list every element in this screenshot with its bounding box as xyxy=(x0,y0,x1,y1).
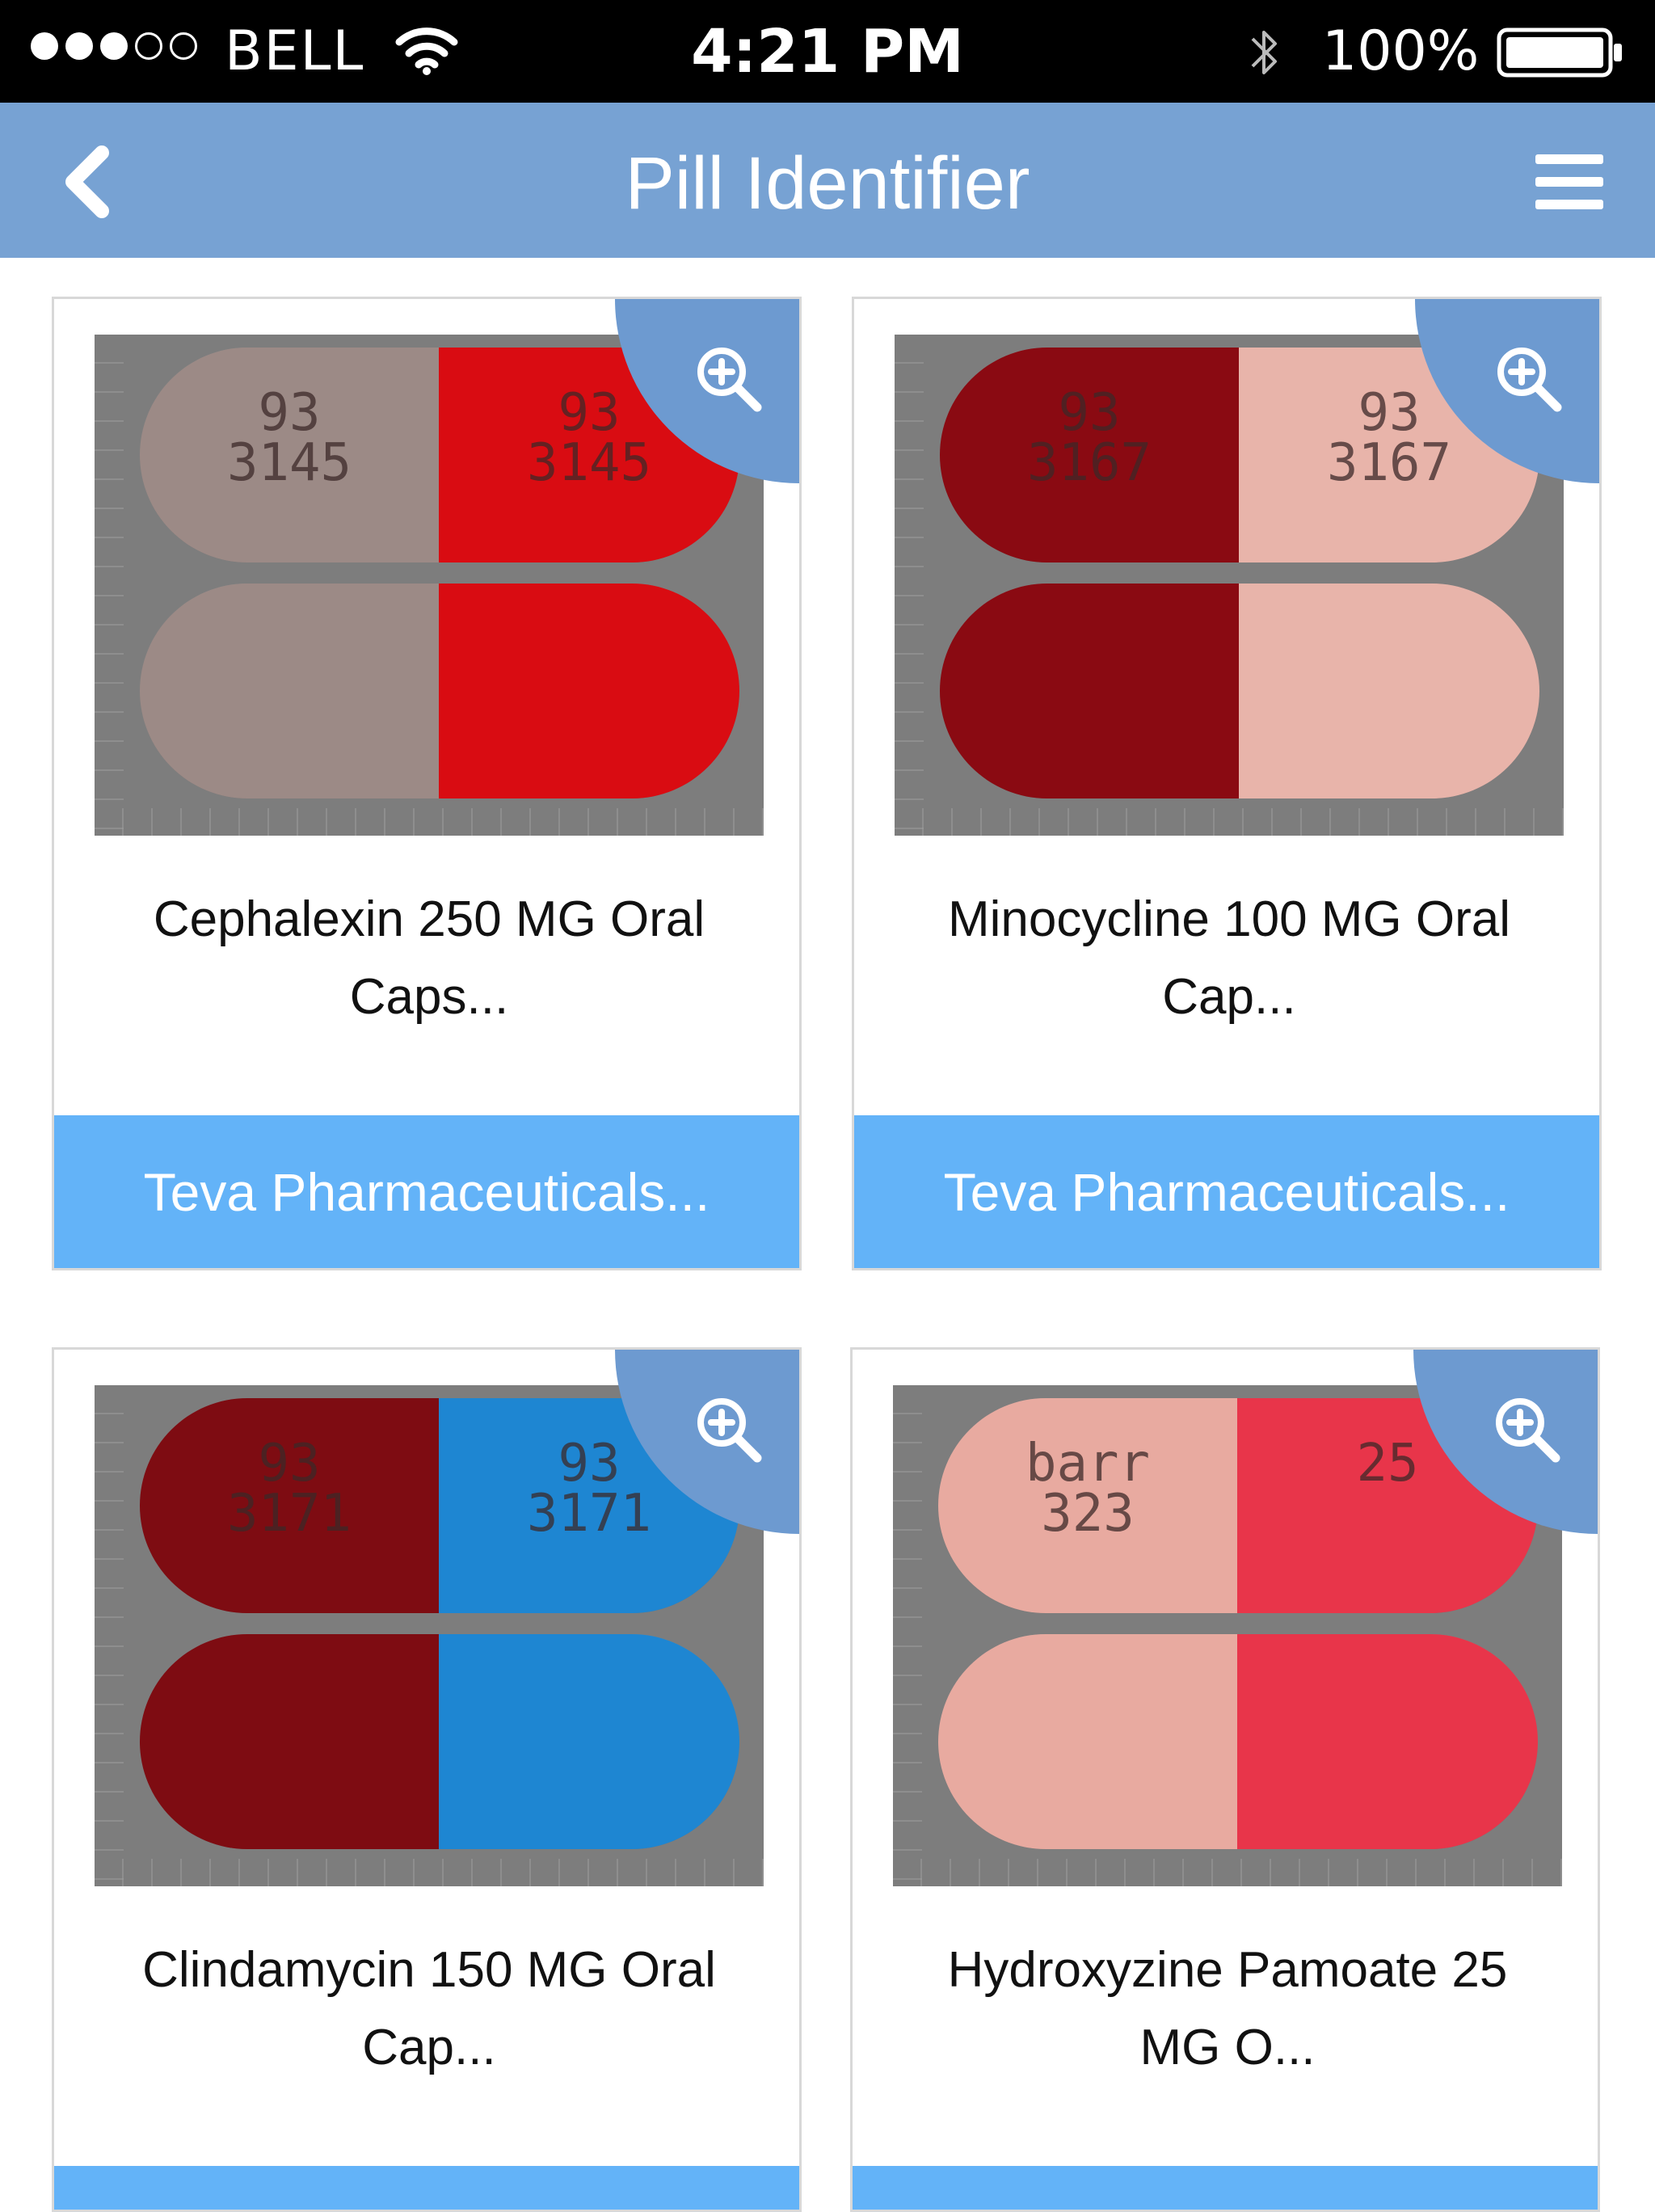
status-bar: BELL 4:21 PM 100% xyxy=(0,0,1655,103)
capsule-left-half xyxy=(140,584,439,798)
ruler-horizontal xyxy=(893,1859,1562,1886)
capsule-right-half xyxy=(439,584,739,798)
pill-name-link[interactable]: Minocycline 100 MG Oral Cap... xyxy=(886,881,1572,1036)
ruler-vertical xyxy=(895,335,924,836)
zoom-in-icon xyxy=(1496,1398,1560,1463)
zoom-in-icon xyxy=(1497,348,1562,412)
capsule-left-half xyxy=(940,584,1239,798)
manufacturer-button[interactable] xyxy=(54,2166,799,2210)
capsule-left-half: barr 323 xyxy=(938,1398,1237,1613)
capsule-image xyxy=(940,584,1539,798)
imprint-left: 93 3171 xyxy=(226,1434,352,1544)
imprint-left: 93 3167 xyxy=(1026,383,1152,493)
manufacturer-button[interactable]: Teva Pharmaceuticals... xyxy=(854,1115,1599,1268)
capsule-right-half xyxy=(439,1634,739,1849)
pill-card[interactable]: 93 3167 93 3167 Minocycline 100 MG Oral … xyxy=(852,297,1602,1270)
hamburger-menu-icon[interactable] xyxy=(1529,150,1610,214)
bluetooth-icon xyxy=(1251,31,1277,74)
ruler-horizontal xyxy=(95,1859,764,1886)
ruler-horizontal xyxy=(895,808,1564,836)
capsule-image xyxy=(938,1634,1538,1849)
capsule-right-half xyxy=(1239,584,1539,798)
pill-name-link[interactable]: Cephalexin 250 MG Oral Caps... xyxy=(86,881,772,1036)
pill-name-link[interactable]: Hydroxyzine Pamoate 25 MG O... xyxy=(885,1932,1570,2087)
manufacturer-button[interactable]: Teva Pharmaceuticals... xyxy=(54,1115,799,1268)
battery-icon xyxy=(1497,27,1622,78)
ruler-vertical xyxy=(95,1385,124,1886)
capsule-left-half xyxy=(140,1634,439,1849)
zoom-in-icon xyxy=(697,348,762,412)
zoom-in-icon xyxy=(697,1398,762,1463)
page-title: Pill Identifier xyxy=(625,142,1030,225)
ruler-horizontal xyxy=(95,808,764,836)
capsule-left-half xyxy=(938,1634,1237,1849)
capsule-left-half: 93 3167 xyxy=(940,348,1239,562)
capsule-left-half: 93 3145 xyxy=(140,348,439,562)
pill-card[interactable]: 93 3145 93 3145 Cephalexin 250 MG Oral C… xyxy=(52,297,802,1270)
capsule-image xyxy=(140,1634,739,1849)
pill-card[interactable]: 93 3171 93 3171 Clindamycin 150 MG Oral … xyxy=(52,1347,802,2212)
imprint-left: 93 3145 xyxy=(226,383,352,493)
capsule-left-half: 93 3171 xyxy=(140,1398,439,1613)
ruler-vertical xyxy=(95,335,124,836)
pill-name-link[interactable]: Clindamycin 150 MG Oral Cap... xyxy=(86,1932,772,2087)
capsule-image xyxy=(140,584,739,798)
ruler-vertical xyxy=(893,1385,922,1886)
navigation-bar: Pill Identifier xyxy=(0,103,1655,258)
capsule-right-half xyxy=(1237,1634,1538,1849)
battery-percent: 100% xyxy=(1322,19,1480,83)
manufacturer-button[interactable] xyxy=(853,2166,1598,2210)
imprint-left: barr 323 xyxy=(1025,1434,1151,1544)
pill-card[interactable]: barr 323 25 Hydroxyzine Pamoate 25 MG O.… xyxy=(850,1347,1600,2212)
